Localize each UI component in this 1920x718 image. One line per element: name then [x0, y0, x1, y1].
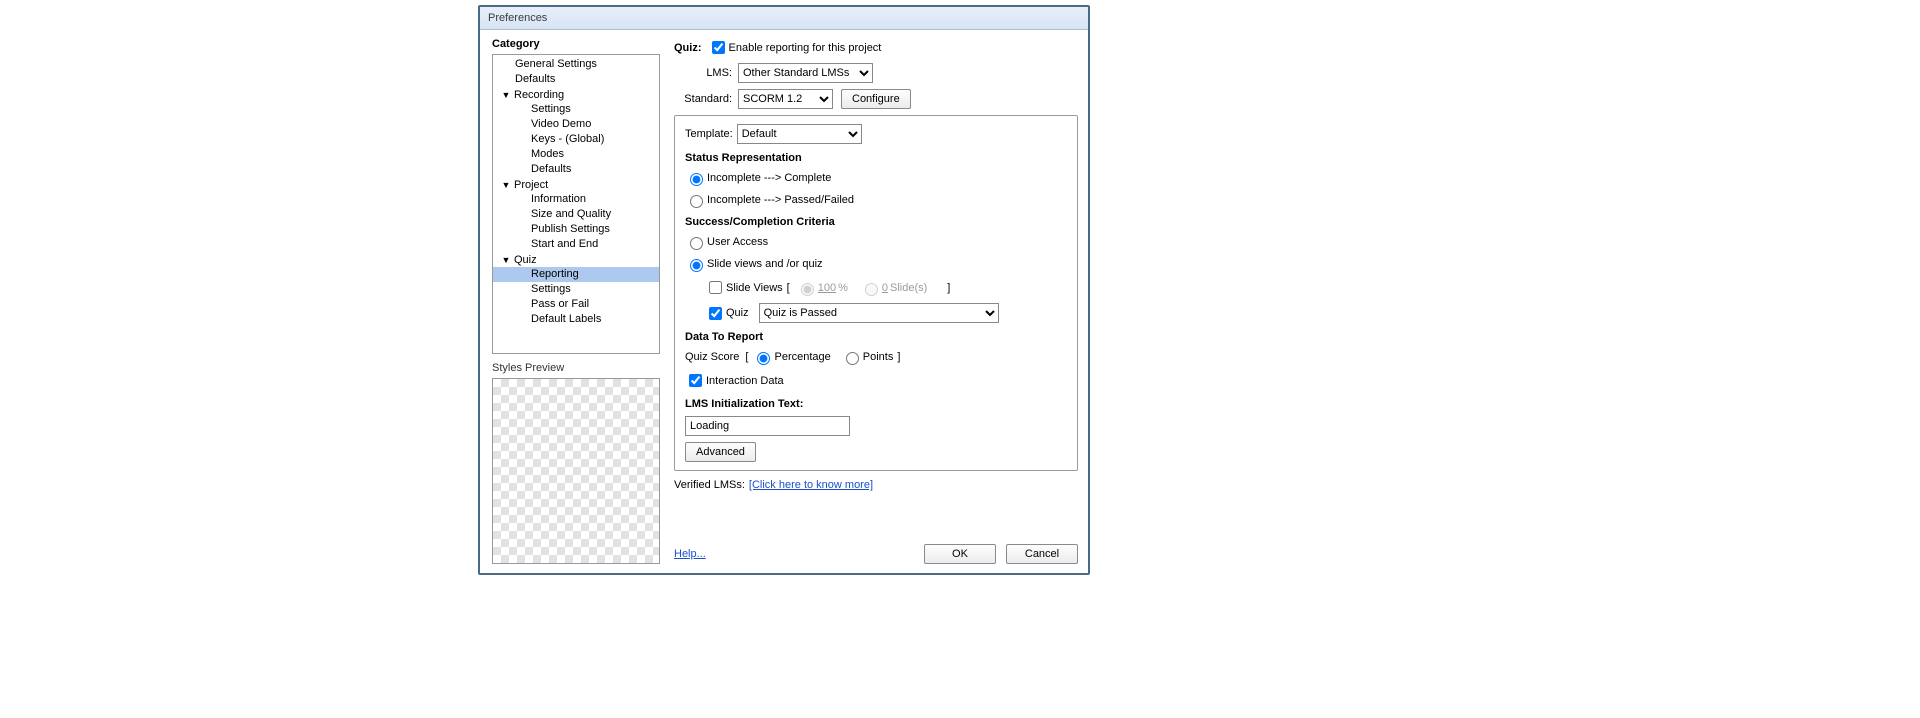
- slide-count-unit: Slide(s): [890, 282, 927, 294]
- tree-project-start-end[interactable]: Start and End: [493, 237, 659, 252]
- preferences-dialog: Preferences Category General Settings De…: [478, 5, 1090, 575]
- quiz-row: Quiz Quiz is Passed: [705, 303, 1067, 323]
- tree-general-settings[interactable]: General Settings: [493, 57, 659, 72]
- status-opt2-row: Incomplete ---> Passed/Failed: [685, 192, 1067, 208]
- standard-select[interactable]: SCORM 1.2: [738, 89, 833, 109]
- close-bracket-2: ]: [897, 351, 900, 363]
- quiz-checkbox[interactable]: [709, 307, 722, 320]
- settings-panel: Template: Default Status Representation …: [674, 115, 1078, 471]
- slide-views-row: Slide Views [ 100 % 0 Slide(s) ]: [705, 278, 1067, 297]
- lms-row: LMS: Other Standard LMSs: [674, 63, 1078, 83]
- standard-row: Standard: SCORM 1.2 Configure: [674, 89, 1078, 109]
- tree-recording[interactable]: ▼Recording: [493, 87, 659, 102]
- slide-percent-value: 100: [818, 282, 836, 294]
- tree-defaults[interactable]: Defaults: [493, 72, 659, 87]
- dialog-footer: Help... OK Cancel: [674, 544, 1078, 564]
- percentage-radio[interactable]: [757, 352, 770, 365]
- configure-button[interactable]: Configure: [841, 89, 911, 109]
- user-access-radio[interactable]: [690, 237, 703, 250]
- tree-project-information[interactable]: Information: [493, 192, 659, 207]
- slide-percent-radio: [801, 283, 814, 296]
- status-passed-failed-radio[interactable]: [690, 195, 703, 208]
- tree-quiz-reporting[interactable]: Reporting: [493, 267, 659, 282]
- lms-select[interactable]: Other Standard LMSs: [738, 63, 873, 83]
- tree-project[interactable]: ▼Project: [493, 177, 659, 192]
- quiz-enable-row: Quiz: Enable reporting for this project: [674, 38, 1078, 57]
- category-tree[interactable]: General Settings Defaults ▼Recording Set…: [492, 54, 660, 354]
- template-row: Template: Default: [685, 124, 1067, 144]
- chevron-down-icon: ▼: [501, 255, 511, 265]
- category-heading: Category: [492, 38, 660, 50]
- ok-button[interactable]: OK: [924, 544, 996, 564]
- interaction-data-checkbox[interactable]: [689, 374, 702, 387]
- advanced-button[interactable]: Advanced: [685, 442, 756, 462]
- left-pane: Category General Settings Defaults ▼Reco…: [480, 30, 670, 574]
- interaction-data-row: Interaction Data: [685, 371, 1067, 390]
- criteria-opt2-row: Slide views and /or quiz: [685, 256, 1067, 272]
- status-rep-heading: Status Representation: [685, 152, 1067, 164]
- quiz-label: Quiz:: [674, 42, 702, 54]
- tree-quiz-default-labels[interactable]: Default Labels: [493, 312, 659, 327]
- verified-lms-label: Verified LMSs:: [674, 479, 745, 491]
- quiz-score-label: Quiz Score: [685, 351, 739, 363]
- dialog-titlebar: Preferences: [480, 7, 1088, 30]
- enable-reporting-checkbox[interactable]: [712, 41, 725, 54]
- tree-project-size-quality[interactable]: Size and Quality: [493, 207, 659, 222]
- slide-views-quiz-radio[interactable]: [690, 259, 703, 272]
- tree-quiz-pass-fail[interactable]: Pass or Fail: [493, 297, 659, 312]
- tree-recording-modes[interactable]: Modes: [493, 147, 659, 162]
- template-select[interactable]: Default: [737, 124, 862, 144]
- tree-recording-settings[interactable]: Settings: [493, 102, 659, 117]
- criteria-opt1-row: User Access: [685, 234, 1067, 250]
- chevron-down-icon: ▼: [501, 180, 511, 190]
- quiz-check-label: Quiz: [726, 307, 749, 319]
- close-bracket: ]: [947, 282, 950, 294]
- points-label: Points: [863, 351, 894, 363]
- status-complete-label: Incomplete ---> Complete: [707, 172, 831, 184]
- percentage-label: Percentage: [774, 351, 830, 363]
- tree-recording-keys[interactable]: Keys - (Global): [493, 132, 659, 147]
- styles-preview-pane: [492, 378, 660, 564]
- cancel-button[interactable]: Cancel: [1006, 544, 1078, 564]
- verified-lms-link[interactable]: [Click here to know more]: [749, 479, 873, 491]
- verified-lms-row: Verified LMSs: [Click here to know more]: [674, 479, 1078, 491]
- tree-recording-video-demo[interactable]: Video Demo: [493, 117, 659, 132]
- status-complete-radio[interactable]: [690, 173, 703, 186]
- criteria-heading: Success/Completion Criteria: [685, 216, 1067, 228]
- slide-views-label: Slide Views: [726, 282, 783, 294]
- slide-count-value: 0: [882, 282, 888, 294]
- points-radio[interactable]: [846, 352, 859, 365]
- lms-init-row: [685, 416, 1067, 436]
- lms-init-input[interactable]: [685, 416, 850, 436]
- help-link[interactable]: Help...: [674, 548, 706, 560]
- chevron-down-icon: ▼: [501, 90, 511, 100]
- quiz-score-row: Quiz Score [ Percentage Points ]: [685, 349, 1067, 365]
- tree-recording-defaults[interactable]: Defaults: [493, 162, 659, 177]
- slide-views-quiz-label: Slide views and /or quiz: [707, 258, 823, 270]
- open-bracket-2: [: [745, 351, 748, 363]
- slide-percent-unit: %: [838, 282, 848, 294]
- interaction-data-label: Interaction Data: [706, 375, 784, 387]
- advanced-row: Advanced: [685, 442, 1067, 462]
- user-access-label: User Access: [707, 236, 768, 248]
- status-passed-failed-label: Incomplete ---> Passed/Failed: [707, 194, 854, 206]
- dialog-title: Preferences: [488, 12, 547, 24]
- right-pane: Quiz: Enable reporting for this project …: [670, 30, 1088, 574]
- slide-count-radio: [865, 283, 878, 296]
- tree-quiz[interactable]: ▼Quiz: [493, 252, 659, 267]
- slide-views-checkbox[interactable]: [709, 281, 722, 294]
- data-to-report-heading: Data To Report: [685, 331, 1067, 343]
- tree-quiz-settings[interactable]: Settings: [493, 282, 659, 297]
- lms-init-heading: LMS Initialization Text:: [685, 398, 1067, 410]
- standard-label: Standard:: [674, 93, 732, 105]
- status-opt1-row: Incomplete ---> Complete: [685, 170, 1067, 186]
- open-bracket: [: [787, 282, 790, 294]
- styles-preview-heading: Styles Preview: [492, 362, 660, 374]
- tree-project-publish[interactable]: Publish Settings: [493, 222, 659, 237]
- quiz-condition-select[interactable]: Quiz is Passed: [759, 303, 999, 323]
- template-label: Template:: [685, 128, 733, 140]
- lms-label: LMS:: [674, 67, 732, 79]
- enable-reporting-label: Enable reporting for this project: [729, 42, 882, 54]
